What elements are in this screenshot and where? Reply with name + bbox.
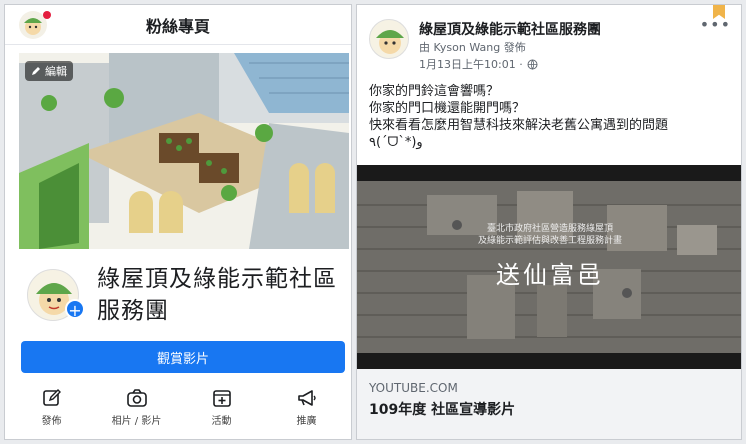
action-promote-label: 推廣 — [296, 415, 317, 427]
link-source: YOUTUBE.COM — [369, 381, 458, 395]
pencil-icon — [42, 388, 61, 406]
calendar-plus-icon — [212, 389, 231, 407]
video-caption-line2: 及綠能示範評估與改善工程服務計畫 — [477, 236, 622, 246]
published-by: 由 Kyson Wang 發佈 — [419, 41, 526, 54]
globe-icon — [527, 59, 538, 70]
action-promote[interactable]: 推廣 — [267, 379, 347, 435]
action-bar: 發佈 相片 / 影片 活動 推廣 — [9, 379, 349, 435]
action-event-label: 活動 — [211, 415, 232, 427]
post-line: 快來看看怎麼用智慧科技來解決老舊公寓遇到的問題 — [369, 118, 669, 133]
action-photo-label: 相片 / 影片 — [111, 415, 162, 427]
top-bar: 粉絲專頁 — [5, 5, 351, 45]
post-avatar[interactable] — [369, 19, 409, 59]
link-title: 109年度 社區宣導影片 — [369, 402, 516, 418]
header-title: 粉絲專頁 — [145, 16, 210, 36]
post-page-name[interactable]: 綠屋頂及綠能示範社區服務團 — [419, 19, 601, 39]
post-header: 綠屋頂及綠能示範社區服務團 由 Kyson Wang 發佈 1月13日上午10:… — [357, 5, 741, 75]
profile-section: + 綠屋頂及綠能示範社區服務團 — [19, 255, 349, 335]
add-profile-photo-button[interactable]: + — [65, 299, 85, 320]
post-line: 你家的門鈴這會響嗎？ — [369, 84, 500, 99]
watch-video-button[interactable]: 觀賞影片 — [21, 341, 345, 373]
action-post-label: 發佈 — [41, 415, 62, 427]
more-options-icon[interactable]: ••• — [700, 15, 731, 34]
video-caption-line1: 臺北市政府社區營造服務綠屋頂 — [486, 224, 613, 234]
cover-photo[interactable]: 編輯 — [19, 53, 349, 249]
video-thumbnail[interactable]: 臺北市政府社區營造服務綠屋頂 及綠能示範評估與改善工程服務計畫 送仙富邑 — [357, 165, 741, 369]
post-text: 你家的門鈴這會響嗎？ 你家的門口機還能開門嗎？ 快來看看怎麼用智慧科技來解決老舊… — [369, 83, 735, 151]
video-title: 送仙富邑 — [496, 261, 604, 289]
post-line: 你家的門口機還能開門嗎？ — [369, 101, 526, 116]
fan-page-panel: 粉絲專頁 編輯 + 綠屋頂及綠能示範社區服務團 觀賞影片 發佈 相片 / 影片 … — [4, 4, 352, 440]
notification-dot — [43, 11, 51, 19]
megaphone-icon — [297, 389, 316, 406]
post-line: ٩(ˊᗜˋ*)و — [369, 135, 423, 150]
edit-label: 編輯 — [45, 65, 67, 78]
action-event[interactable]: 活動 — [182, 379, 262, 435]
pencil-icon — [32, 67, 40, 75]
action-photo[interactable]: 相片 / 影片 — [97, 379, 177, 435]
post-panel: 綠屋頂及綠能示範社區服務團 由 Kyson Wang 發佈 1月13日上午10:… — [356, 4, 742, 440]
edit-cover-button[interactable]: 編輯 — [25, 61, 73, 81]
action-post[interactable]: 發佈 — [12, 379, 92, 435]
link-preview[interactable]: YOUTUBE.COM 109年度 社區宣導影片 — [357, 369, 741, 439]
page-name: 綠屋頂及綠能示範社區服務團 — [97, 266, 337, 324]
camera-icon — [126, 388, 147, 407]
post-time[interactable]: 1月13日上午10:01 · — [419, 56, 538, 72]
post-time-text: 1月13日上午10:01 · — [419, 58, 523, 71]
